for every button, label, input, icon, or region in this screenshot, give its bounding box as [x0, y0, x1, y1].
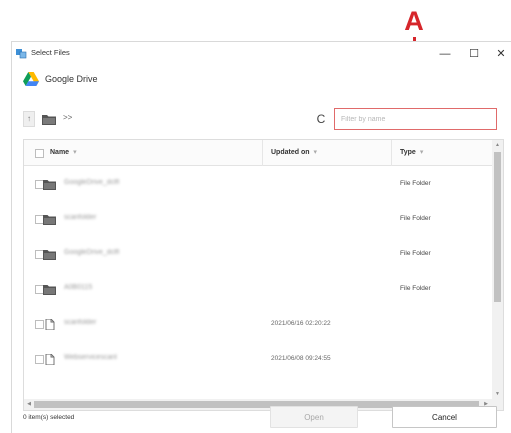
- file-updated: 2021/06/16 02:20:22: [271, 320, 331, 327]
- column-header-updated[interactable]: Updated on ▾: [271, 140, 317, 166]
- folder-icon: [43, 180, 56, 190]
- sort-icon: ▾: [313, 149, 318, 156]
- minimize-button[interactable]: —: [436, 45, 454, 63]
- table-row[interactable]: scanfolder File Folder: [24, 202, 492, 237]
- file-name: scanfolder: [64, 319, 97, 326]
- file-type: File Folder: [400, 180, 431, 187]
- refresh-button[interactable]: C: [314, 111, 328, 127]
- folder-icon[interactable]: [42, 114, 56, 125]
- file-name: scanfolder: [64, 214, 97, 221]
- file-type: File Folder: [400, 250, 431, 257]
- table-row[interactable]: A0B0115 File Folder: [24, 272, 492, 307]
- sort-icon: ▾: [419, 149, 424, 156]
- column-header-type[interactable]: Type ▾: [400, 140, 423, 166]
- window-title: Select Files: [31, 48, 70, 57]
- service-header: Google Drive: [12, 69, 511, 93]
- title-bar: Select Files — ☐ ✕: [12, 42, 511, 66]
- select-files-dialog: Select Files — ☐ ✕ Google Drive ↑ >> C N…: [11, 41, 511, 433]
- table-row[interactable]: Webservicescanl 2021/06/08 09:24:55: [24, 342, 492, 377]
- up-folder-button[interactable]: ↑: [23, 111, 35, 127]
- file-type: File Folder: [400, 285, 431, 292]
- scrollbar-thumb[interactable]: [494, 152, 501, 302]
- folder-icon: [43, 215, 56, 225]
- selection-status: 0 item(s) selected: [23, 414, 75, 421]
- file-list-header: Name ▾ Updated on ▾ Type ▾: [24, 140, 492, 166]
- maximize-button[interactable]: ☐: [465, 45, 483, 63]
- breadcrumb-separator: >>: [63, 113, 73, 122]
- dialog-footer: 0 item(s) selected Open Cancel: [12, 402, 511, 433]
- file-updated: 2021/06/08 09:24:55: [271, 355, 331, 362]
- table-row[interactable]: GoogleDrive_dclfl File Folder: [24, 237, 492, 272]
- folder-icon: [43, 285, 56, 295]
- file-name: A0B0115: [64, 284, 93, 291]
- select-all-checkbox[interactable]: [35, 149, 44, 158]
- file-name: GoogleDrive_dclfl: [64, 249, 120, 256]
- file-list: Name ▾ Updated on ▾ Type ▾ GoogleDrive_dclf…: [23, 139, 504, 411]
- filter-input[interactable]: [334, 108, 497, 130]
- cancel-button[interactable]: Cancel: [392, 406, 497, 428]
- open-button[interactable]: Open: [270, 406, 358, 428]
- service-name: Google Drive: [45, 74, 98, 84]
- google-drive-icon: [23, 72, 39, 86]
- file-type: File Folder: [400, 215, 431, 222]
- table-row[interactable]: GoogleDrive_dclfl File Folder: [24, 167, 492, 202]
- close-button[interactable]: ✕: [492, 45, 510, 63]
- scroll-up-icon[interactable]: ▲: [492, 140, 503, 150]
- folder-icon: [43, 250, 56, 260]
- scroll-down-icon[interactable]: ▼: [492, 389, 503, 399]
- column-divider: [262, 140, 263, 166]
- table-row[interactable]: scanfolder 2021/06/16 02:20:22: [24, 307, 492, 342]
- file-name: Webservicescanl: [64, 354, 117, 361]
- file-icon: [45, 319, 55, 330]
- callout-label-a: A: [404, 6, 424, 36]
- file-icon: [45, 354, 55, 365]
- vertical-scrollbar[interactable]: ▲ ▼: [492, 140, 503, 399]
- app-icon: [16, 49, 27, 59]
- toolbar: ↑ >> C: [12, 106, 511, 132]
- file-name: GoogleDrive_dclfl: [64, 179, 120, 186]
- sort-icon: ▾: [73, 149, 77, 156]
- column-divider: [391, 140, 392, 166]
- column-header-name[interactable]: Name ▾: [50, 140, 77, 166]
